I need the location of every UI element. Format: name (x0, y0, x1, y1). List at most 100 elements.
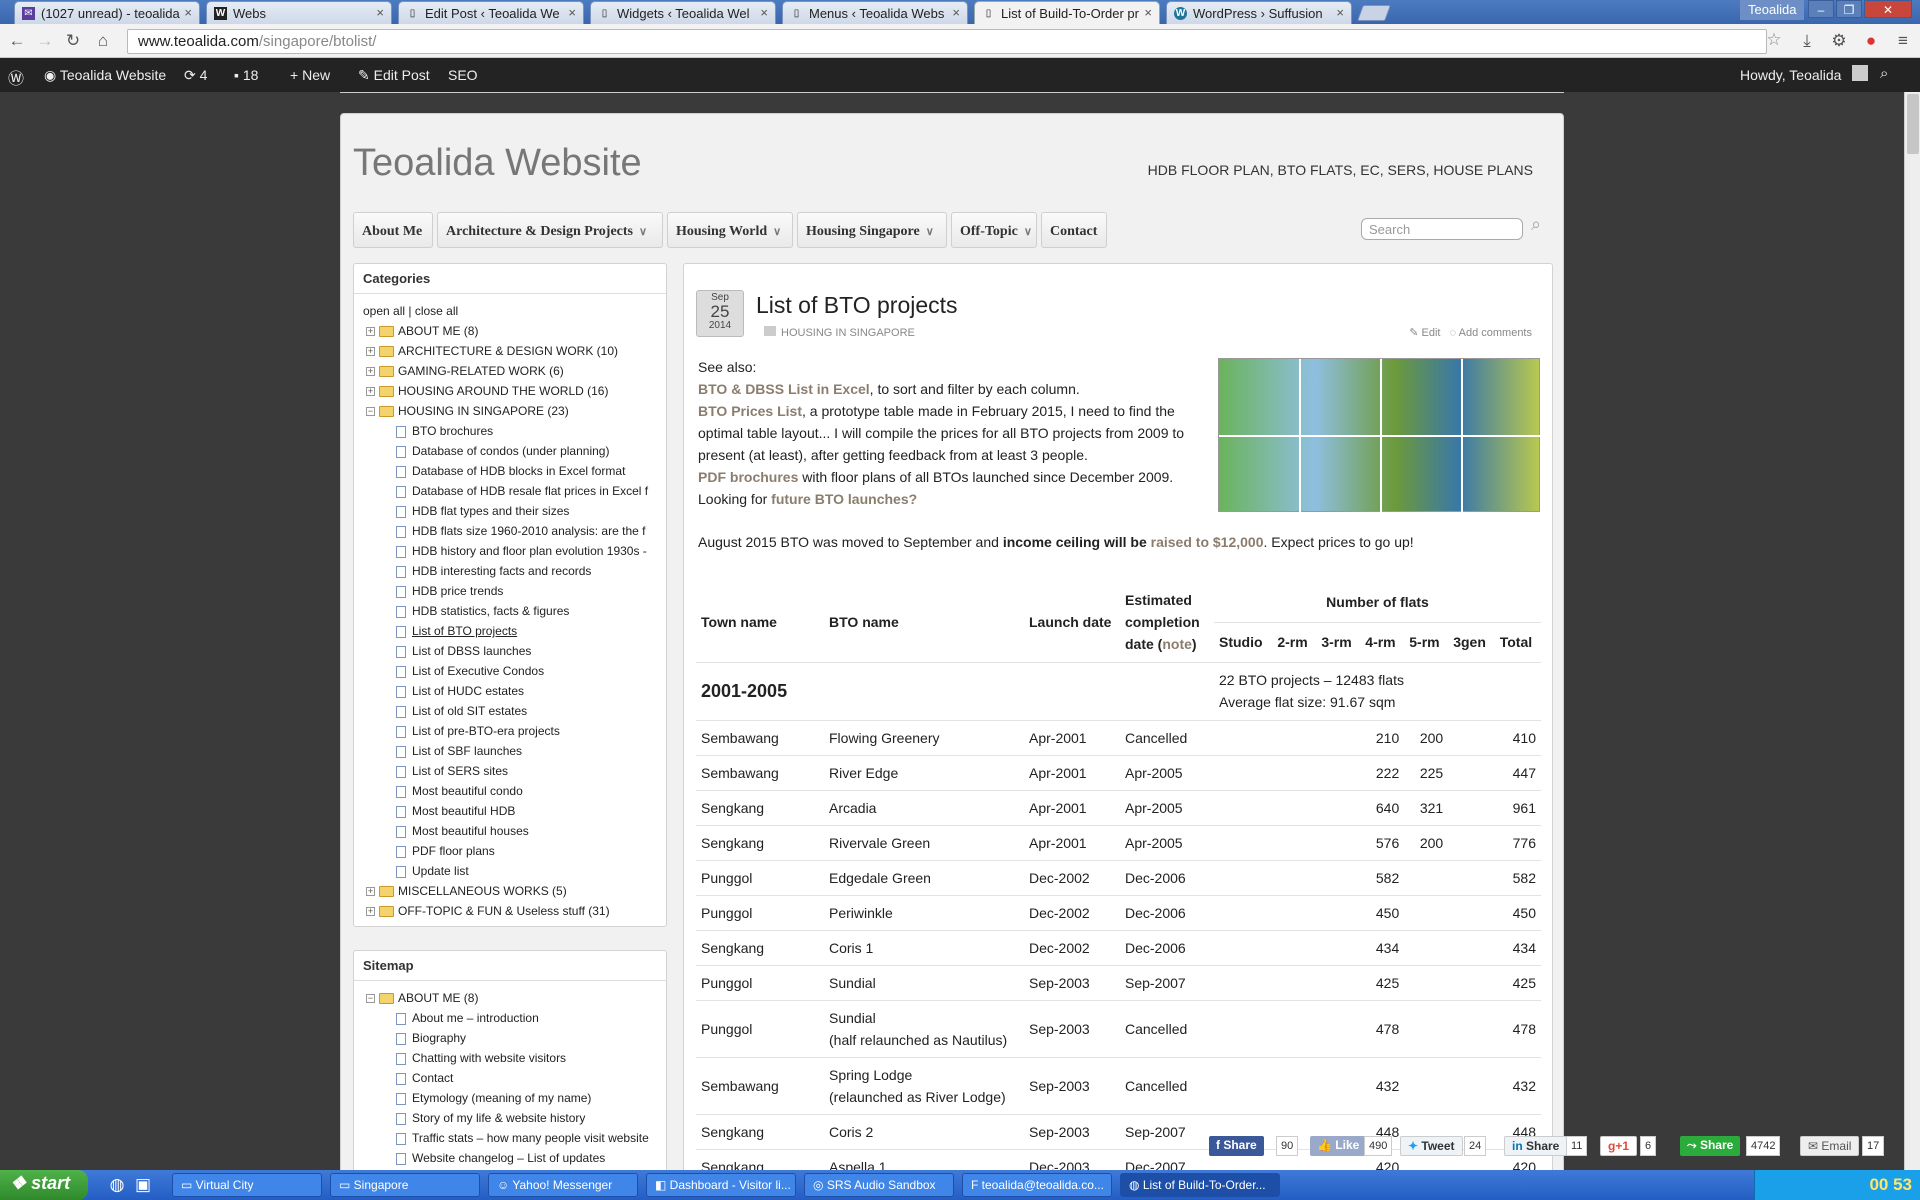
search-icon[interactable]: ⌕ (1880, 65, 1888, 82)
browser-tab[interactable]: ▯ Widgets ‹ Teoalida Wel × (590, 1, 776, 24)
scrollbar-thumb[interactable] (1907, 94, 1919, 154)
desktop-icon[interactable]: ▣ (132, 1174, 154, 1196)
browser-tab-active[interactable]: ▯ List of Build-To-Order pr × (974, 1, 1160, 24)
extension-icon[interactable]: ● (1860, 30, 1882, 52)
category-page-link[interactable]: Most beautiful houses (396, 822, 660, 840)
category-item[interactable]: + GAMING-RELATED WORK (6) (366, 362, 660, 380)
category-page-link[interactable]: HDB flat types and their sizes (396, 502, 660, 520)
back-icon[interactable]: ← (6, 30, 28, 52)
menu-item-off-topic[interactable]: Off-Topic ∨ (951, 212, 1037, 248)
linkedin-share-button[interactable]: in Share (1504, 1136, 1568, 1156)
menu-item-housing-singapore[interactable]: Housing Singapore ∨ (797, 212, 947, 248)
like-button[interactable]: 👍 Like (1310, 1136, 1367, 1156)
menu-item-housing-world[interactable]: Housing World ∨ (667, 212, 793, 248)
collapse-icon[interactable]: − (366, 407, 375, 417)
expand-icon[interactable]: + (366, 367, 375, 377)
menu-item-contact[interactable]: Contact (1041, 212, 1107, 248)
expand-icon[interactable]: + (366, 347, 375, 357)
category-page-link[interactable]: HDB statistics, facts & figures (396, 602, 660, 620)
menu-item-architecture[interactable]: Architecture & Design Projects ∨ (437, 212, 663, 248)
profile-name[interactable]: Teoalida (1740, 0, 1805, 20)
close-tab-icon[interactable]: × (184, 5, 192, 20)
home-icon[interactable]: ⌂ (92, 30, 114, 52)
reload-icon[interactable]: ↻ (62, 30, 84, 52)
category-page-link[interactable]: List of old SIT estates (396, 702, 660, 720)
comments-link[interactable]: ▪ 18 (234, 67, 258, 83)
gplus-button[interactable]: g+1 (1600, 1136, 1638, 1156)
menu-item-about-me[interactable]: About Me (353, 212, 433, 248)
facebook-share-button[interactable]: f Share (1209, 1136, 1264, 1156)
search-icon[interactable]: ⌕ (1531, 214, 1541, 235)
search-input[interactable]: Search (1361, 218, 1523, 240)
expand-icon[interactable]: + (366, 887, 375, 897)
category-page-link[interactable]: HDB history and floor plan evolution 193… (396, 542, 660, 560)
close-tab-icon[interactable]: × (376, 5, 384, 20)
excel-list-link[interactable]: BTO & DBSS List in Excel (698, 381, 870, 397)
add-comments-link[interactable]: ◌ Add comments (1450, 327, 1532, 339)
close-tab-icon[interactable]: × (952, 5, 960, 20)
sitemap-page-link[interactable]: Chatting with website visitors (396, 1049, 660, 1067)
category-page-link[interactable]: Database of HDB blocks in Excel format (396, 462, 660, 480)
seo-link[interactable]: SEO (448, 67, 478, 83)
updates-link[interactable]: ⟳ 4 (184, 67, 207, 84)
sitemap-page-link[interactable]: Story of my life & website history (396, 1109, 660, 1127)
category-page-link[interactable]: Most beautiful HDB (396, 802, 660, 820)
task-virtual-city[interactable]: ▭ Virtual City (172, 1173, 322, 1197)
task-dashboard[interactable]: ◧ Dashboard - Visitor li... (646, 1173, 796, 1197)
close-tab-icon[interactable]: × (568, 5, 576, 20)
category-page-link[interactable]: List of BTO projects (396, 622, 660, 640)
income-ceiling-link[interactable]: raised to $12,000 (1151, 534, 1264, 550)
sitemap-page-link[interactable]: Biography (396, 1029, 660, 1047)
category-item[interactable]: + ABOUT ME (8) (366, 322, 660, 340)
category-item[interactable]: + MISCELLANEOUS WORKS (5) (366, 882, 660, 900)
sitemap-page-link[interactable]: Etymology (meaning of my name) (396, 1089, 660, 1107)
browser-tab[interactable]: ✉ (1027 unread) - teoalida × (14, 1, 200, 24)
category-page-link[interactable]: Database of HDB resale flat prices in Ex… (396, 482, 660, 500)
new-content-link[interactable]: + New (290, 67, 330, 83)
future-launches-link[interactable]: future BTO launches? (771, 491, 917, 507)
site-link[interactable]: ◉ Teoalida Website (44, 67, 166, 84)
sitemap-page-link[interactable]: About me – introduction (396, 1009, 660, 1027)
start-button[interactable]: ❖ start (0, 1170, 88, 1200)
category-page-link[interactable]: HDB price trends (396, 582, 660, 600)
post-category[interactable]: HOUSING IN SINGAPORE (764, 326, 915, 339)
new-tab-button[interactable] (1357, 5, 1391, 21)
close-window-icon[interactable]: ✕ (1864, 0, 1912, 18)
pdf-brochures-link[interactable]: PDF brochures (698, 469, 798, 485)
expand-icon[interactable]: + (366, 387, 375, 397)
category-item[interactable]: + HOUSING AROUND THE WORLD (16) (366, 382, 660, 400)
bookmark-star-icon[interactable]: ☆ (1763, 29, 1785, 51)
browser-tab[interactable]: W Webs × (206, 1, 392, 24)
sitemap-page-link[interactable]: Contact (396, 1069, 660, 1087)
howdy-user[interactable]: Howdy, Teoalida (1740, 67, 1841, 83)
wordpress-logo-icon[interactable]: Ⓦ (8, 65, 24, 89)
browser-tab[interactable]: ▯ Edit Post ‹ Teoalida We × (398, 1, 584, 24)
download-icon[interactable]: ⤓ (1796, 30, 1818, 52)
category-page-link[interactable]: List of DBSS launches (396, 642, 660, 660)
note-link[interactable]: note (1162, 636, 1192, 652)
share-button[interactable]: ⤳ Share (1680, 1136, 1741, 1156)
category-page-link[interactable]: List of pre-BTO-era projects (396, 722, 660, 740)
edit-post-link[interactable]: ✎ Edit Post (358, 67, 430, 84)
sitemap-item[interactable]: − ABOUT ME (8) (366, 989, 478, 1007)
close-tab-icon[interactable]: × (1336, 5, 1344, 20)
email-button[interactable]: ✉ Email (1800, 1136, 1860, 1156)
close-tab-icon[interactable]: × (1144, 5, 1152, 20)
collapse-icon[interactable]: − (366, 994, 375, 1004)
category-page-link[interactable]: Update list (396, 862, 660, 880)
category-page-link[interactable]: List of HUDC estates (396, 682, 660, 700)
edit-link[interactable]: ✎ Edit (1409, 327, 1440, 339)
category-page-link[interactable]: List of SERS sites (396, 762, 660, 780)
task-chrome-active[interactable]: ◍ List of Build-To-Order... (1120, 1173, 1280, 1197)
chrome-icon[interactable]: ◍ (106, 1174, 128, 1196)
task-srs-audio[interactable]: ◎ SRS Audio Sandbox (804, 1173, 954, 1197)
category-item[interactable]: + OFF-TOPIC & FUN & Useless stuff (31) (366, 902, 660, 920)
task-singapore[interactable]: ▭ Singapore (330, 1173, 480, 1197)
minimize-icon[interactable]: – (1808, 0, 1834, 18)
task-filezilla[interactable]: F teoalida@teoalida.co... (962, 1173, 1112, 1197)
prices-list-link[interactable]: BTO Prices List (698, 403, 802, 419)
task-yahoo-messenger[interactable]: ☺ Yahoo! Messenger (488, 1173, 638, 1197)
category-page-link[interactable]: PDF floor plans (396, 842, 660, 860)
address-bar[interactable]: www.teoalida.com/singapore/btolist/ (127, 29, 1767, 54)
category-item[interactable]: − HOUSING IN SINGAPORE (23) (366, 402, 660, 420)
